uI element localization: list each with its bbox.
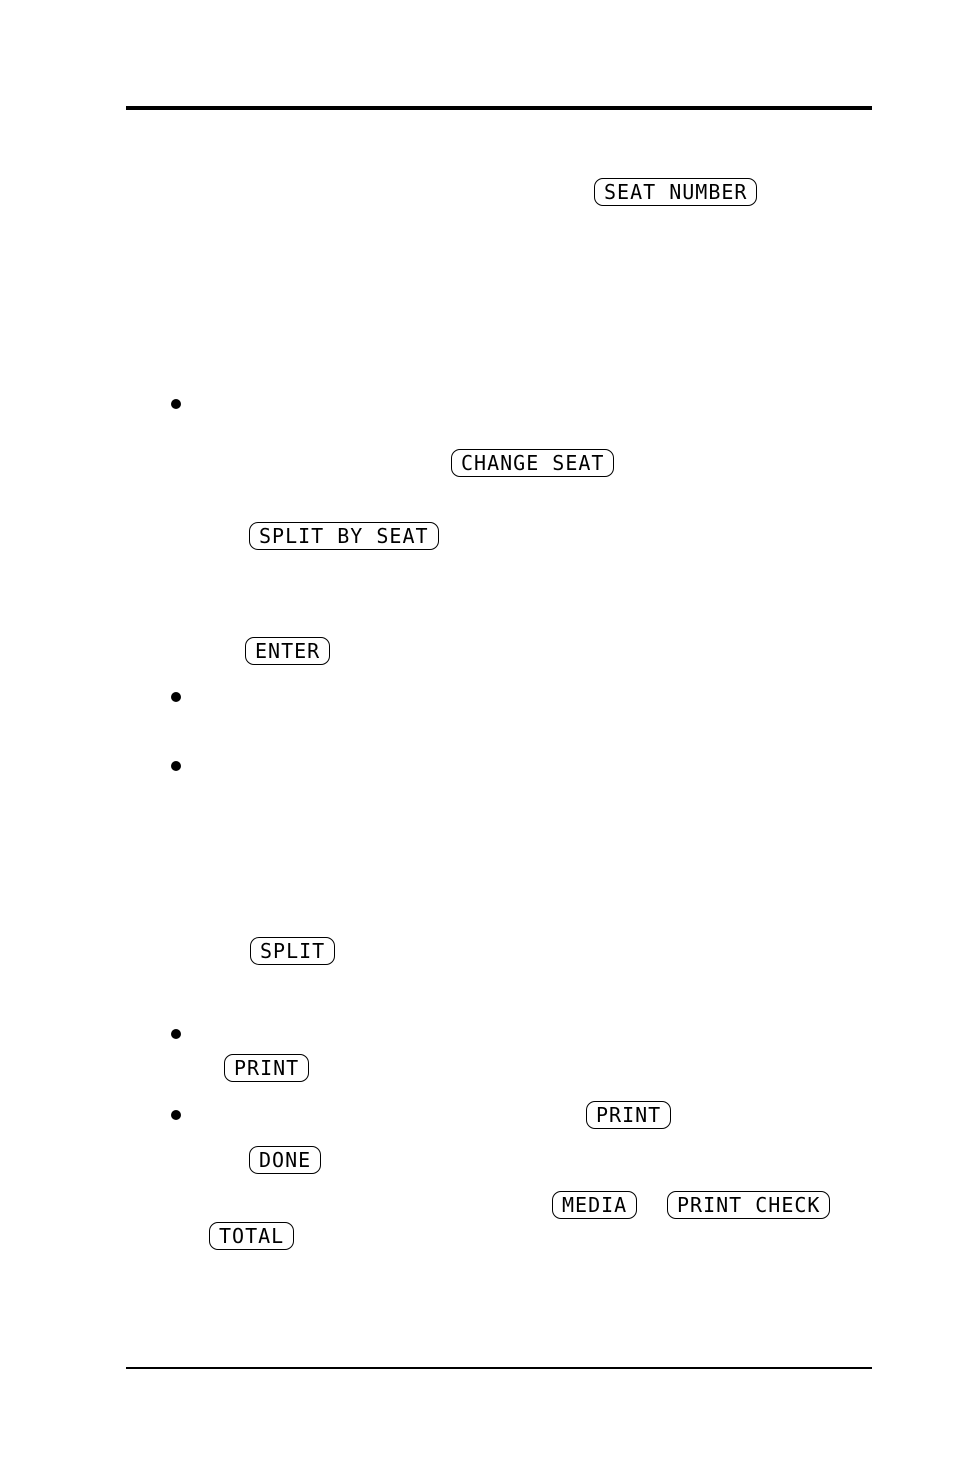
key-seat-number[interactable]: SEAT NUMBER <box>594 178 758 206</box>
list-bullet <box>171 399 181 409</box>
document-page: SEAT NUMBER CHANGE SEAT SPLIT BY SEAT EN… <box>0 0 954 1475</box>
key-print-second[interactable]: PRINT <box>586 1101 672 1129</box>
header-rule <box>126 106 872 110</box>
key-print-check[interactable]: PRINT CHECK <box>667 1191 831 1219</box>
list-bullet <box>171 692 181 702</box>
key-change-seat[interactable]: CHANGE SEAT <box>451 449 615 477</box>
key-media[interactable]: MEDIA <box>552 1191 638 1219</box>
key-split[interactable]: SPLIT <box>250 937 336 965</box>
footer-rule <box>126 1367 872 1369</box>
list-bullet <box>171 761 181 771</box>
list-bullet <box>171 1029 181 1039</box>
key-print-first[interactable]: PRINT <box>224 1054 310 1082</box>
key-split-by-seat[interactable]: SPLIT BY SEAT <box>249 522 439 550</box>
key-done[interactable]: DONE <box>249 1146 322 1174</box>
key-total[interactable]: TOTAL <box>209 1222 295 1250</box>
key-enter[interactable]: ENTER <box>245 637 331 665</box>
list-bullet <box>171 1110 181 1120</box>
